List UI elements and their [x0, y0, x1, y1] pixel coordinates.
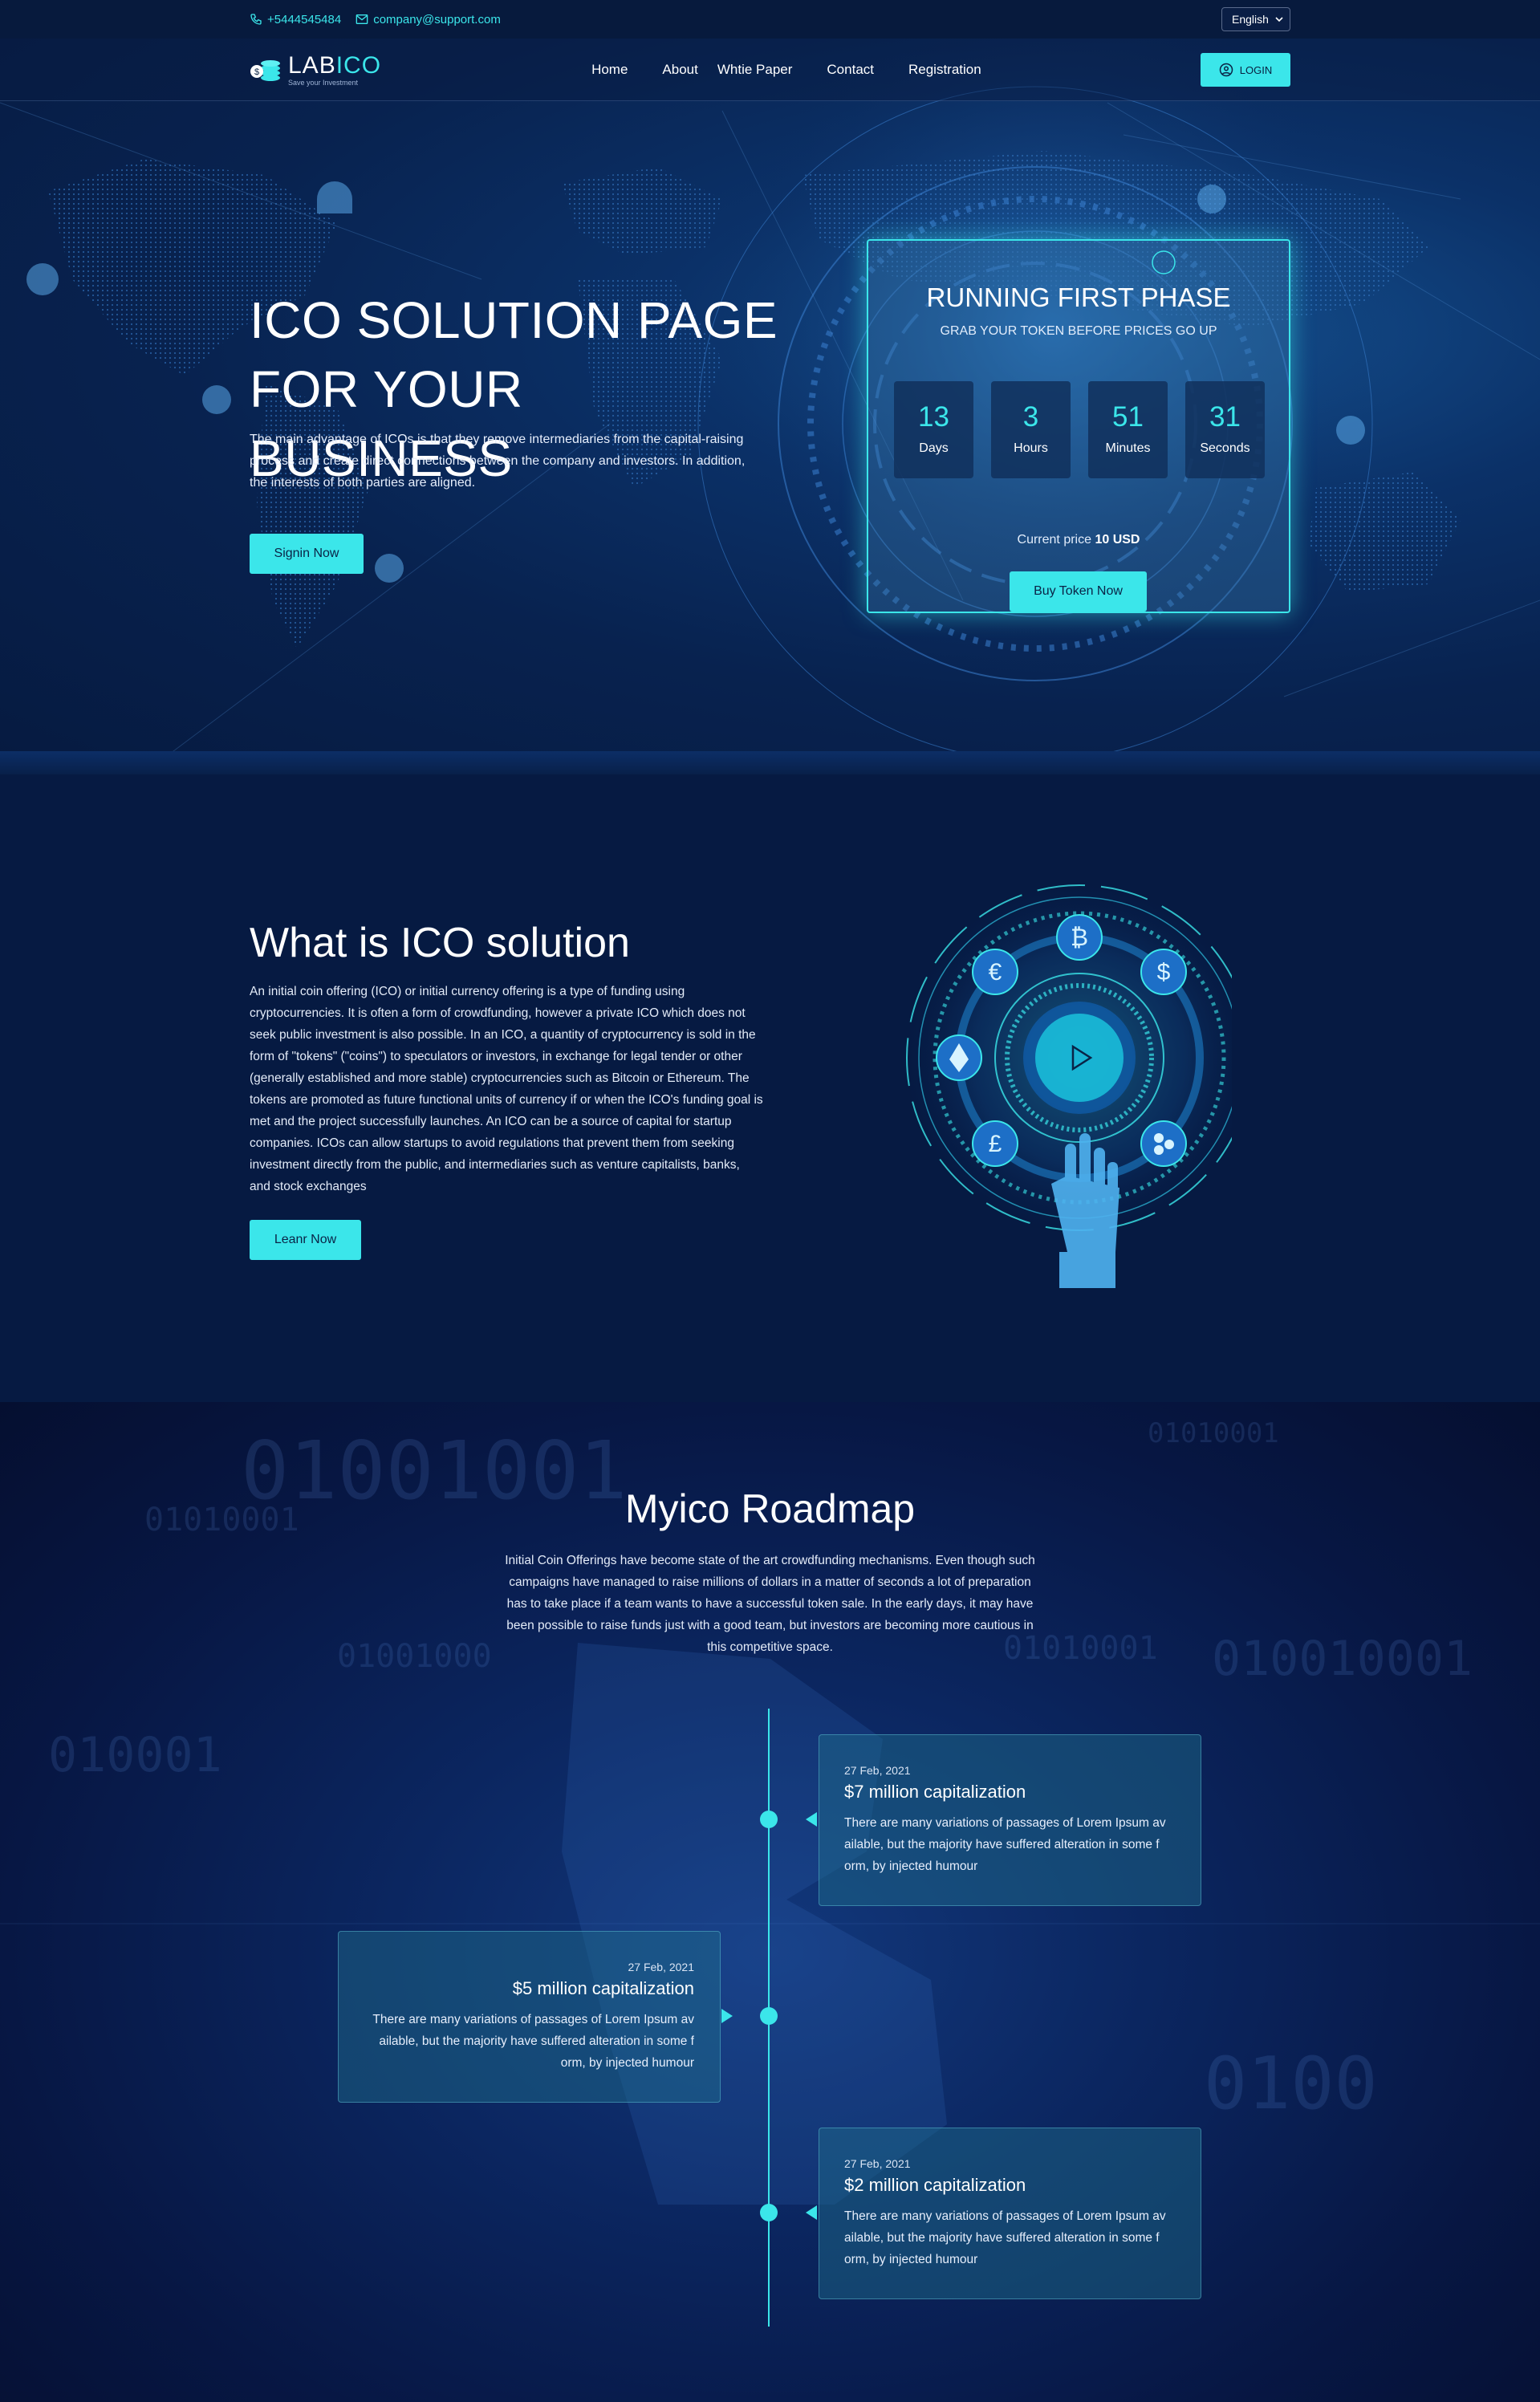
nav-registration[interactable]: Registration: [908, 62, 981, 78]
price-value: 10 USD: [1095, 533, 1140, 547]
what-is-section: What is ICO solution An initial coin off…: [0, 774, 1540, 1402]
timeline-pointer: [721, 2009, 733, 2023]
timer-seconds: 31 Seconds: [1185, 381, 1265, 478]
timer-label: Hours: [1014, 441, 1048, 455]
timer-value: 51: [1112, 401, 1144, 433]
signin-label: Signin Now: [274, 547, 339, 560]
login-label: LOGIN: [1239, 63, 1273, 76]
decorative-ring-icon: [1152, 250, 1176, 274]
roadmap-text: There are many variations of passages of…: [844, 2209, 1166, 2266]
logo-ico: ICO: [335, 51, 382, 79]
phone-icon: [250, 14, 262, 25]
logo-lab: LAB: [288, 51, 336, 79]
primary-nav: Home About Whtie Paper Contact Registrat…: [591, 62, 1016, 78]
timer-minutes: 51 Minutes: [1088, 381, 1168, 478]
email-contact[interactable]: company@support.com: [356, 13, 501, 26]
coins-logo-icon: $: [250, 60, 280, 81]
timer-label: Seconds: [1200, 441, 1250, 455]
roadmap-card: 27 Feb, 2021 $5 million capitalization T…: [338, 1931, 721, 2103]
top-bar: +5444545484 company@support.com English: [0, 0, 1540, 39]
what-text: An initial coin offering (ICO) or initia…: [250, 985, 763, 1193]
nav-about[interactable]: About: [662, 62, 697, 78]
logo-tagline: Save your Investment: [288, 78, 359, 87]
hero-title-line1: ICO SOLUTION PAGE: [250, 291, 778, 349]
nav-white-paper[interactable]: Whtie Paper: [717, 62, 793, 78]
svg-text:010010001: 010010001: [1212, 1631, 1473, 1687]
timeline-dot: [760, 2007, 778, 2025]
roadmap-text: There are many variations of passages of…: [372, 2013, 694, 2070]
timer-hours: 3 Hours: [991, 381, 1071, 478]
timer-label: Minutes: [1105, 441, 1151, 455]
timeline-dot: [760, 2204, 778, 2221]
phase-countdown-card: RUNNING FIRST PHASE GRAB YOUR TOKEN BEFO…: [867, 239, 1290, 613]
login-button[interactable]: LOGIN: [1201, 53, 1290, 87]
language-select[interactable]: English: [1221, 7, 1290, 31]
buy-token-button[interactable]: Buy Token Now: [1010, 571, 1147, 612]
hero-divider-strip: [0, 751, 1540, 774]
roadmap-title: $7 million capitalization: [844, 1782, 1026, 1802]
learn-now-label: Leanr Now: [274, 1233, 337, 1246]
hero-section: $ LABICO Save your Investment Home About…: [0, 39, 1540, 774]
svg-text:£: £: [989, 1131, 1002, 1157]
phone-contact[interactable]: +5444545484: [250, 13, 341, 26]
main-navbar: $ LABICO Save your Investment Home About…: [0, 39, 1540, 101]
roadmap-title: $5 million capitalization: [512, 1978, 694, 1998]
chevron-down-icon: [1275, 17, 1283, 22]
countdown-timer: 13 Days 3 Hours 51 Minutes 31 Seconds: [894, 381, 1265, 478]
roadmap-intro: Initial Coin Offerings have become state…: [505, 1554, 1035, 1654]
roadmap-card: 27 Feb, 2021 $7 million capitalization T…: [819, 1734, 1201, 1906]
roadmap-title: Myico Roadmap: [624, 1486, 916, 1531]
language-value: English: [1232, 13, 1269, 26]
crypto-hand-illustration: ₿ € $ £: [903, 881, 1232, 1288]
signin-button[interactable]: Signin Now: [250, 534, 364, 574]
user-circle-icon: [1219, 63, 1233, 77]
timer-days: 13 Days: [894, 381, 973, 478]
roadmap-text: There are many variations of passages of…: [844, 1816, 1166, 1873]
email-address: company@support.com: [373, 12, 501, 26]
buy-token-label: Buy Token Now: [1034, 584, 1123, 598]
svg-text:$: $: [254, 67, 259, 77]
roadmap-title: $2 million capitalization: [844, 2175, 1026, 2195]
svg-text:0100: 0100: [1204, 2042, 1378, 2126]
roadmap-card: 27 Feb, 2021 $2 million capitalization T…: [819, 2128, 1201, 2299]
site-logo[interactable]: $ LABICO Save your Investment: [250, 51, 382, 87]
phase-title: RUNNING FIRST PHASE: [926, 282, 1231, 312]
svg-text:₿: ₿: [1071, 925, 1088, 951]
roadmap-date: 27 Feb, 2021: [628, 1961, 694, 1973]
phone-number: +5444545484: [267, 12, 342, 26]
timeline-pointer: [806, 1812, 817, 1827]
timer-value: 31: [1209, 401, 1241, 433]
svg-text:01010001: 01010001: [1148, 1417, 1279, 1449]
timer-label: Days: [919, 441, 949, 455]
learn-now-button[interactable]: Leanr Now: [250, 1220, 361, 1260]
nav-contact[interactable]: Contact: [827, 62, 874, 78]
price-label: Current price: [1017, 533, 1091, 547]
timeline-pointer: [806, 2205, 817, 2220]
roadmap-date: 27 Feb, 2021: [844, 2157, 911, 2170]
timer-value: 3: [1022, 401, 1039, 433]
timeline-dot: [760, 1811, 778, 1828]
hero-lead: The main advantage of ICOs is that they …: [250, 433, 746, 490]
svg-text:$: $: [1157, 959, 1171, 986]
roadmap-section: 01001001 01010001 01010001 010010001 010…: [0, 1402, 1540, 2402]
svg-text:€: €: [989, 959, 1002, 986]
svg-text:01001000: 01001000: [337, 1638, 492, 1675]
nav-home[interactable]: Home: [591, 62, 628, 78]
svg-text:010001: 010001: [48, 1727, 222, 1783]
roadmap-date: 27 Feb, 2021: [844, 1764, 911, 1777]
what-title: What is ICO solution: [250, 920, 630, 966]
timer-value: 13: [918, 401, 949, 433]
current-price: Current price 10 USD: [868, 533, 1289, 547]
mail-icon: [356, 14, 368, 24]
phase-subtitle: GRAB YOUR TOKEN BEFORE PRICES GO UP: [940, 324, 1217, 338]
